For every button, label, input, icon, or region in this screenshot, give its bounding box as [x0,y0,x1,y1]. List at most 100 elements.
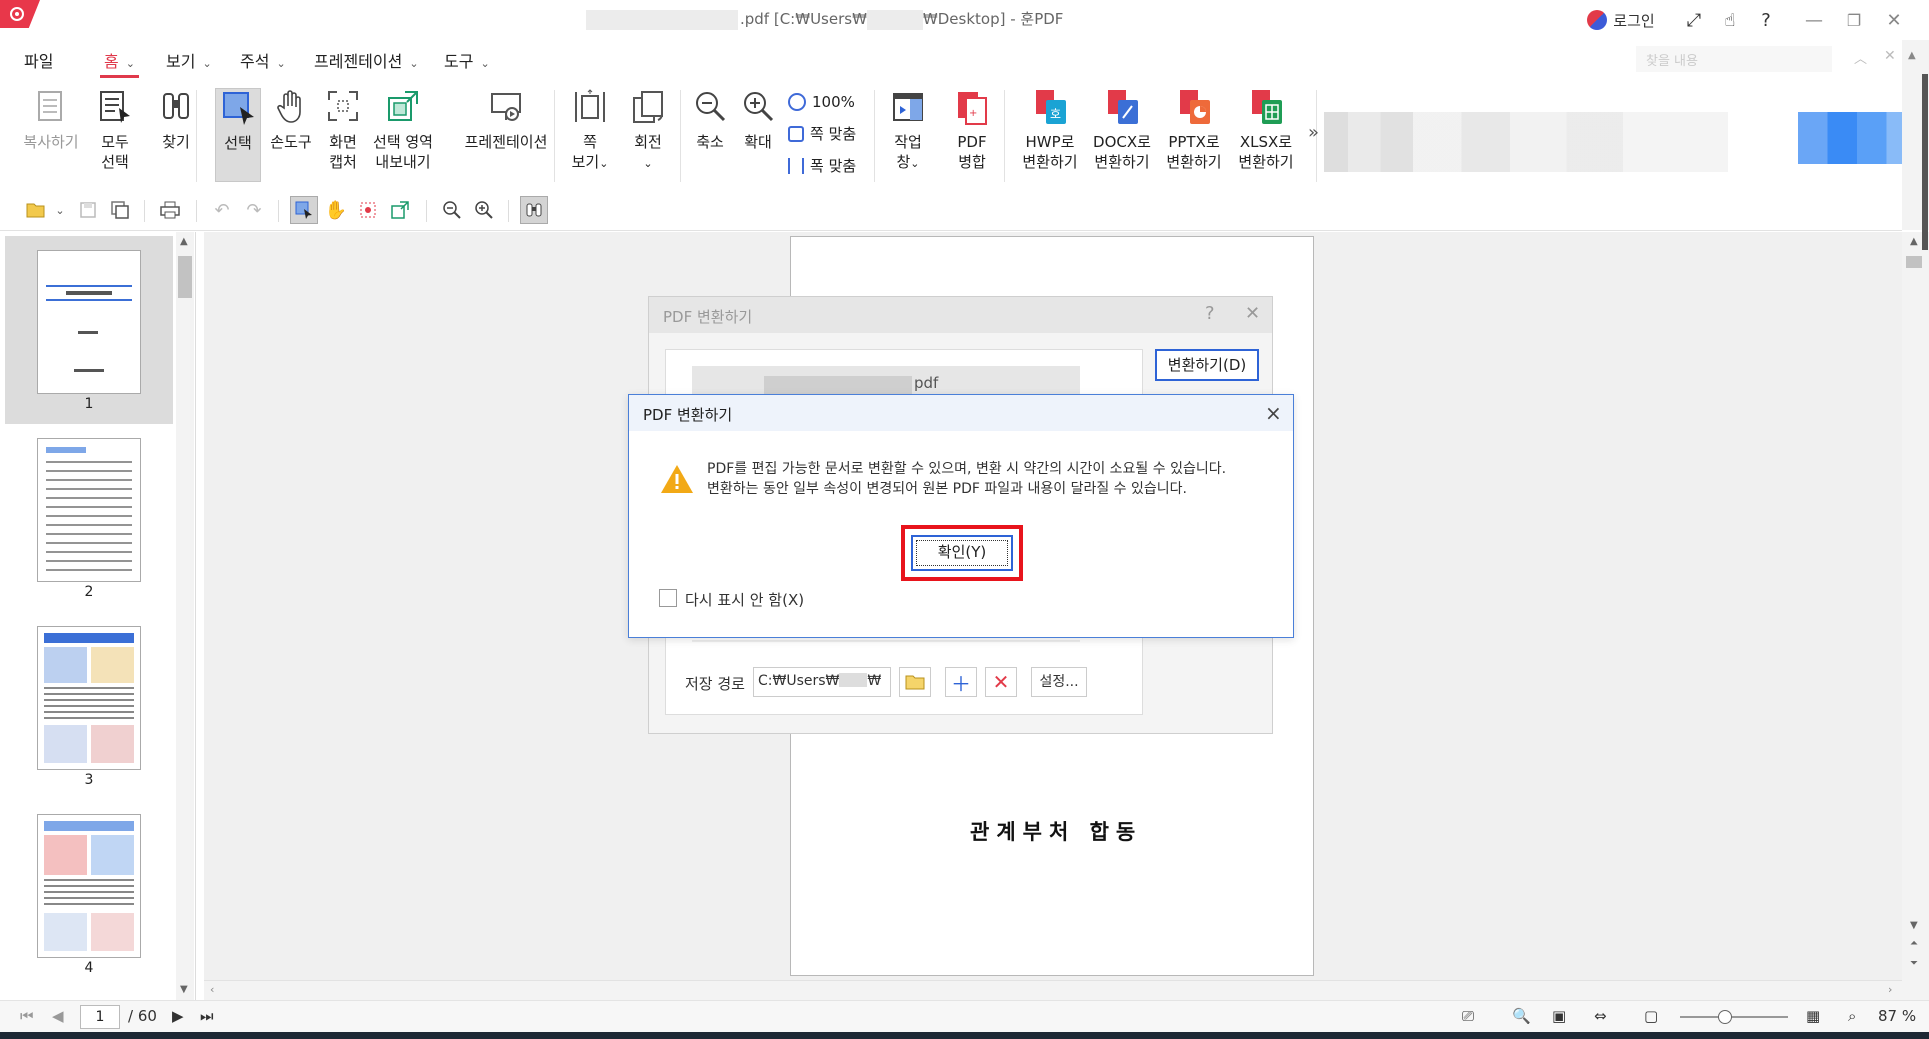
scroll-right-icon[interactable]: › [1888,983,1892,996]
help-button[interactable]: ? [1752,6,1780,34]
close-search-icon[interactable]: ✕ [1884,48,1896,64]
help-icon[interactable]: ? [1205,303,1215,324]
save-path-field[interactable]: C:₩Users₩ ₩ [753,667,891,697]
save-icon[interactable] [76,198,100,222]
file-list-item[interactable]: pdf [692,366,1080,396]
fit-page-status-icon[interactable]: ▣ [1552,1007,1566,1025]
tab-annotation[interactable]: 주석 ⌄ [240,48,286,74]
fit-width-button[interactable]: 폭 맞춤 [788,155,856,177]
settings-button[interactable]: 설정... [1031,667,1087,697]
zoom-in-button[interactable]: 확대 [740,88,776,182]
document-horizontal-scrollbar[interactable]: ‹ › [204,980,1902,1000]
actual-size-icon[interactable]: ▢ [1644,1007,1658,1025]
presentation-button[interactable]: 프레젠테이션 [458,88,554,182]
open-folder-icon[interactable] [24,198,48,222]
select-tool-button[interactable]: 선택 [215,88,261,182]
hand-mode-icon[interactable]: ✋ [324,198,348,222]
next-page-icon[interactable]: ▶ [172,1007,184,1025]
last-page-icon[interactable]: ⏭ [200,1007,214,1025]
next-page-icon[interactable]: ⏷ [1910,958,1918,969]
screen-capture-button[interactable]: 화면 캡처 [323,88,363,182]
tab-presentation[interactable]: 프레젠테이션 ⌄ [314,48,419,74]
page-thumbnail[interactable]: 1 [5,236,173,424]
tab-file[interactable]: 파일 [24,48,53,74]
close-icon[interactable]: × [1265,401,1282,425]
remove-file-button[interactable]: ✕ [985,667,1017,697]
browse-folder-button[interactable] [899,667,931,697]
presentation-mode-icon[interactable]: ⎚ [1462,1007,1474,1025]
ok-button[interactable]: 확인(Y) [911,535,1013,571]
page-thumbnail[interactable]: 4 [5,800,173,988]
zoom-out-small-icon[interactable] [440,198,464,222]
search-input[interactable]: 찾을 내용 [1636,46,1832,72]
scroll-thumb[interactable] [1906,256,1922,268]
page-number-input[interactable]: 1 [80,1005,120,1029]
thumbnail-scrollbar[interactable]: ▲ ▼ [176,232,194,1000]
convert-docx-button[interactable]: DOCX로 변환하기 [1090,88,1154,182]
find-button[interactable]: 찾기 [158,88,194,182]
select-all-button[interactable]: 모두 선택 [94,88,136,182]
tab-label: 파일 [24,52,54,71]
page-view-button[interactable]: 쪽 보기⌄ [570,88,610,182]
document-vertical-scrollbar[interactable]: ▲ ▼ ⏶ ⏷ [1902,232,1929,1000]
capture-mode-icon[interactable] [356,198,380,222]
pdf-merge-button[interactable]: + PDF 병합 [952,88,992,182]
zoom-out-button[interactable]: 축소 [692,88,728,182]
select-mode-icon[interactable] [290,196,318,224]
zoom-slider-track[interactable] [1680,1016,1788,1018]
restore-button[interactable]: ❐ [1836,6,1872,34]
convert-button[interactable]: 변환하기(D) [1155,349,1259,381]
task-pane-button[interactable]: 작업 창⌄ [888,88,928,182]
page-layout-icon[interactable]: ▦ [1806,1007,1820,1025]
find-small-icon[interactable] [520,196,548,224]
tab-tools[interactable]: 도구 ⌄ [444,48,490,74]
minimize-button[interactable]: — [1796,6,1832,34]
chevron-down-icon[interactable]: ⌄ [48,198,72,222]
save-all-icon[interactable] [108,198,132,222]
zoom-slider-knob[interactable] [1718,1010,1732,1024]
hand-tool-button[interactable]: 손도구 [268,88,314,182]
scroll-down-icon[interactable]: ▼ [180,984,188,995]
redo-icon[interactable]: ↷ [242,198,266,222]
prev-page-icon[interactable]: ◀ [52,1007,64,1025]
copy-button[interactable]: 복사하기 [20,88,82,182]
close-window-button[interactable]: ✕ [1876,6,1912,34]
scroll-down-icon[interactable]: ▼ [1910,920,1918,931]
print-icon[interactable] [158,198,182,222]
ribbon-more-button[interactable]: » [1308,122,1319,143]
scroll-thumb[interactable] [1922,74,1928,250]
page-thumbnail[interactable]: 3 [5,612,173,800]
export-mode-icon[interactable] [388,198,412,222]
scroll-up-icon[interactable]: ▲ [1908,50,1916,61]
convert-pptx-button[interactable]: PPTX로 변환하기 [1162,88,1226,182]
dont-show-again-checkbox[interactable] [659,589,677,607]
fit-page-button[interactable]: 쪽 맞춤 [788,123,856,145]
scroll-left-icon[interactable]: ‹ [210,983,214,996]
rotate-button[interactable]: 회전 ⌄ [628,88,668,182]
collapse-ribbon-icon[interactable]: ︿ [1854,48,1867,67]
tab-view[interactable]: 보기 ⌄ [166,48,212,74]
zoom-100-button[interactable]: 100% [788,91,855,113]
zoom-in-small-icon[interactable] [472,198,496,222]
undo-icon[interactable]: ↶ [210,198,234,222]
page-thumbnail[interactable]: 2 [5,424,173,612]
fullscreen-icon[interactable]: ⤢ [1680,6,1708,34]
convert-xlsx-button[interactable]: XLSX로 변환하기 [1234,88,1298,182]
convert-hwp-button[interactable]: 호 HWP로 변환하기 [1018,88,1082,182]
touch-icon[interactable]: ☝ [1716,6,1744,34]
magnifier-icon[interactable]: ⌕ [1848,1007,1856,1025]
zoom-status-icon[interactable]: 🔍 [1512,1007,1531,1025]
first-page-icon[interactable]: ⏮ [20,1007,34,1025]
scroll-up-icon[interactable]: ▲ [1910,236,1918,247]
export-region-button[interactable]: 선택 영역 내보내기 [370,88,436,182]
thumbnail-scroll-thumb[interactable] [178,256,192,298]
login-button[interactable]: 로그인 [1586,6,1656,34]
close-icon[interactable]: ✕ [1245,303,1260,324]
dont-show-again-label[interactable]: 다시 표시 안 함(X) [685,589,804,610]
prev-page-icon[interactable]: ⏶ [1910,938,1918,949]
tab-home[interactable]: 홈 ⌄ [100,48,139,78]
scroll-up-icon[interactable]: ▲ [180,236,188,247]
ribbon-scrollbar[interactable]: ▲ [1902,40,1929,250]
fit-width-status-icon[interactable]: ⇔ [1594,1007,1607,1025]
add-file-button[interactable]: ＋ [945,667,977,697]
